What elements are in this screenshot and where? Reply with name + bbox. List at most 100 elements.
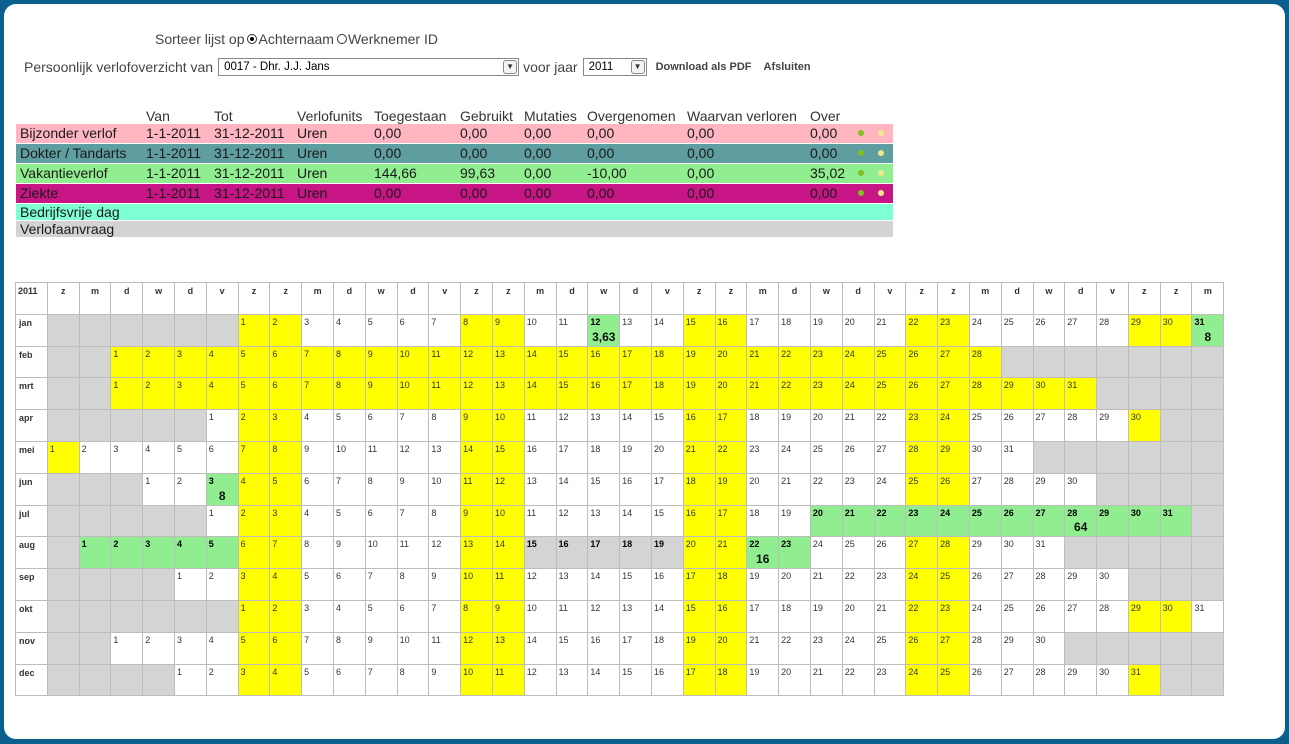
day-cell[interactable]: 25	[937, 663, 970, 697]
day-cell[interactable]: 4	[142, 440, 175, 474]
day-cell[interactable]: 13	[619, 313, 652, 347]
day-cell[interactable]: 9	[460, 409, 493, 442]
day-cell[interactable]: 11	[555, 599, 589, 633]
day-cell[interactable]: 31 8	[1191, 313, 1225, 347]
day-cell[interactable]: 4	[205, 345, 239, 379]
day-cell[interactable]: 5	[237, 631, 271, 665]
day-cell[interactable]: 12	[555, 409, 589, 442]
day-cell[interactable]: 14	[523, 345, 557, 379]
day-cell[interactable]: 2	[142, 631, 175, 665]
day-cell[interactable]: 12	[428, 536, 462, 570]
day-cell[interactable]: 22	[714, 440, 748, 474]
day-cell[interactable]: 9	[491, 313, 525, 347]
day-cell[interactable]: 6	[396, 313, 430, 347]
day-cell[interactable]: 4	[269, 663, 303, 697]
day-cell[interactable]: 1	[205, 409, 239, 442]
day-cell[interactable]: 9	[396, 472, 430, 506]
day-cell[interactable]: 22 16	[746, 536, 780, 570]
day-cell[interactable]: 26	[905, 345, 939, 379]
day-cell[interactable]: 18	[714, 663, 748, 697]
day-cell[interactable]: 25	[809, 440, 843, 474]
status-green-dot[interactable]	[858, 170, 864, 176]
day-cell[interactable]: 7	[332, 472, 366, 506]
day-cell[interactable]: 22	[873, 504, 907, 538]
day-cell[interactable]: 20	[841, 599, 875, 633]
day-cell[interactable]: 23	[809, 345, 843, 379]
day-cell[interactable]: 1	[110, 345, 144, 379]
status-yellow-dot[interactable]	[878, 130, 884, 136]
day-cell[interactable]: 13	[428, 440, 462, 474]
day-cell[interactable]: 5	[269, 472, 303, 506]
day-cell[interactable]: 3	[237, 663, 271, 697]
day-cell[interactable]: 11	[523, 504, 557, 538]
day-cell[interactable]: 20	[650, 440, 684, 474]
day-cell[interactable]: 11	[523, 409, 557, 442]
day-cell[interactable]: 2	[173, 472, 207, 506]
day-cell[interactable]: 10	[523, 599, 557, 633]
day-cell[interactable]: 26	[905, 377, 939, 411]
day-cell[interactable]: 19	[682, 377, 716, 411]
day-cell[interactable]: 6	[332, 663, 366, 697]
close-link[interactable]: Afsluiten	[764, 61, 811, 73]
day-cell[interactable]: 20	[714, 345, 748, 379]
day-cell[interactable]: 2	[142, 377, 175, 411]
day-cell[interactable]: 29	[1000, 631, 1034, 665]
day-cell[interactable]: 23	[873, 663, 907, 697]
day-cell[interactable]: 23	[873, 568, 907, 601]
day-cell[interactable]: 8	[460, 313, 493, 347]
day-cell[interactable]: 27	[968, 472, 1002, 506]
day-cell[interactable]: 20	[778, 568, 811, 601]
status-green-dot[interactable]	[858, 130, 864, 136]
day-cell[interactable]: 10	[491, 409, 525, 442]
day-cell[interactable]: 25	[873, 631, 907, 665]
day-cell[interactable]: 8	[269, 440, 303, 474]
day-cell[interactable]: 11	[428, 345, 462, 379]
day-cell[interactable]: 3	[269, 504, 303, 538]
day-cell[interactable]: 16	[619, 472, 652, 506]
day-cell[interactable]: 16	[587, 345, 621, 379]
day-cell[interactable]: 29	[1127, 599, 1161, 633]
day-cell[interactable]: 29	[937, 440, 970, 474]
day-cell[interactable]: 5	[332, 409, 366, 442]
day-cell[interactable]: 13	[587, 504, 621, 538]
day-cell[interactable]: 20	[778, 663, 811, 697]
day-cell[interactable]: 31	[1000, 440, 1034, 474]
day-cell[interactable]: 1	[78, 536, 112, 570]
day-cell[interactable]: 12	[555, 504, 589, 538]
sort-achternaam-radio[interactable]	[247, 34, 258, 44]
day-cell[interactable]: 24	[905, 568, 939, 601]
day-cell[interactable]: 7	[364, 663, 398, 697]
day-cell[interactable]: 25	[1000, 599, 1034, 633]
day-cell[interactable]: 22	[809, 472, 843, 506]
day-cell[interactable]: 15	[587, 472, 621, 506]
day-cell[interactable]: 28	[1096, 599, 1129, 633]
day-cell[interactable]: 26	[841, 440, 875, 474]
day-cell[interactable]: 1	[110, 631, 144, 665]
day-cell[interactable]: 8	[364, 472, 398, 506]
day-cell[interactable]: 14	[650, 599, 684, 633]
day-cell[interactable]: 24	[841, 377, 875, 411]
day-cell[interactable]: 12	[460, 631, 493, 665]
day-cell[interactable]: 5	[364, 599, 398, 633]
day-cell[interactable]: 22	[778, 377, 811, 411]
day-cell[interactable]: 5	[237, 377, 271, 411]
day-cell[interactable]: 8	[332, 377, 366, 411]
day-cell[interactable]: 5	[173, 440, 207, 474]
day-cell[interactable]: 29	[1127, 313, 1161, 347]
day-cell[interactable]: 9	[428, 568, 462, 601]
day-cell[interactable]: 18	[714, 568, 748, 601]
day-cell[interactable]: 2	[110, 536, 144, 570]
day-cell[interactable]: 26	[1032, 599, 1066, 633]
day-cell[interactable]: 1	[173, 663, 207, 697]
day-cell[interactable]: 13	[619, 599, 652, 633]
day-cell[interactable]: 1	[237, 313, 271, 347]
day-cell[interactable]: 25	[968, 504, 1002, 538]
day-cell[interactable]: 17	[619, 631, 652, 665]
day-cell[interactable]: 3	[110, 440, 144, 474]
day-cell[interactable]: 10	[428, 472, 462, 506]
day-cell[interactable]: 11	[364, 440, 398, 474]
day-cell[interactable]: 4	[269, 568, 303, 601]
day-cell[interactable]: 10	[332, 440, 366, 474]
day-cell[interactable]: 6	[364, 409, 398, 442]
day-cell[interactable]: 24	[841, 631, 875, 665]
